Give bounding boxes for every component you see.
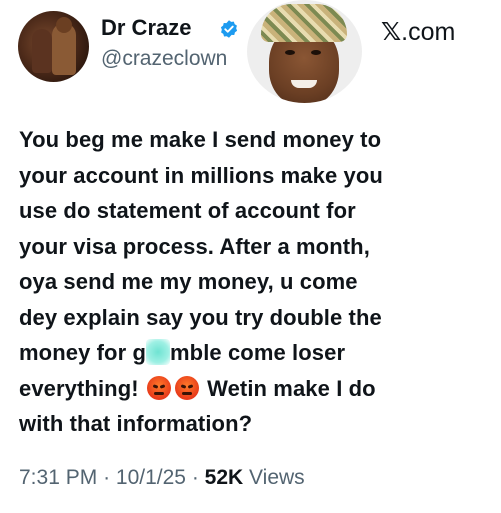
tweet-text: You beg me make I send money to your acc… bbox=[19, 122, 489, 442]
censor-blur bbox=[146, 339, 170, 365]
angry-face-icon bbox=[174, 375, 199, 400]
tweet-date[interactable]: 10/1/25 bbox=[116, 466, 186, 489]
views-count: 52K bbox=[204, 466, 244, 489]
angry-face-icon bbox=[146, 375, 171, 400]
avatar-figure bbox=[32, 29, 52, 73]
x-logo-icon: 𝕏 bbox=[381, 17, 402, 46]
x-brand-label: 𝕏.com bbox=[381, 16, 455, 48]
photo-cap bbox=[261, 4, 347, 42]
photo-mouth bbox=[291, 80, 317, 88]
tweet-text-part: You beg me make I send money to your acc… bbox=[19, 127, 383, 365]
avatar-figure-head bbox=[56, 17, 72, 33]
author-display-name[interactable]: Dr Craze bbox=[101, 14, 191, 42]
tweet-time[interactable]: 7:31 PM bbox=[19, 466, 97, 489]
inset-person-photo bbox=[247, 0, 362, 103]
meta-separator: · bbox=[103, 466, 111, 489]
x-brand-domain: .com bbox=[401, 18, 456, 46]
author-avatar[interactable] bbox=[18, 11, 89, 82]
verified-badge-icon bbox=[220, 20, 238, 38]
photo-eye bbox=[285, 50, 295, 55]
author-handle[interactable]: @crazeclown bbox=[101, 45, 227, 73]
tweet-meta: 7:31 PM · 10/1/25 · 52K Views bbox=[19, 464, 305, 492]
views-label: Views bbox=[249, 466, 305, 489]
meta-separator: · bbox=[191, 466, 199, 489]
photo-eye bbox=[311, 50, 321, 55]
